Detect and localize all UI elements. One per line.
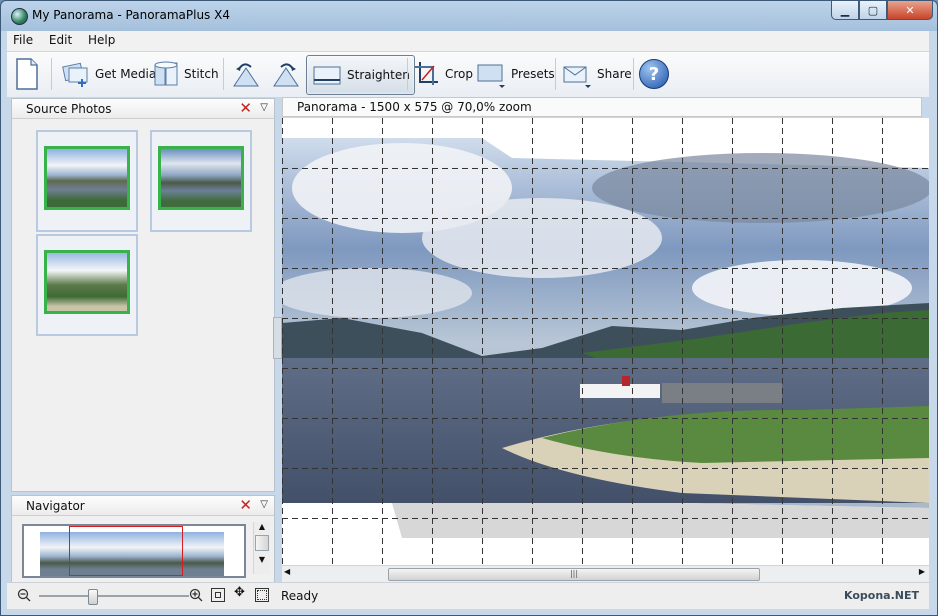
navigator-title: Navigator [26, 499, 85, 513]
navigator-menu-icon[interactable]: ▽ [260, 499, 268, 510]
toolbar-separator [555, 58, 556, 90]
navigator-viewport[interactable] [69, 526, 183, 576]
toolbar-separator [407, 58, 408, 90]
zoom-out-icon[interactable] [17, 588, 31, 605]
scroll-up-arrow[interactable]: ▲ [254, 522, 270, 531]
rotate-left-button[interactable] [231, 55, 261, 93]
title-bar[interactable]: My Panorama - PanoramaPlus X4 ▁ ▢ ✕ [1, 1, 937, 30]
zoom-slider-thumb[interactable] [88, 589, 98, 605]
watermark: Kopona.NET [844, 589, 919, 602]
source-photos-menu-icon[interactable]: ▽ [260, 102, 268, 113]
source-photo-thumb-1[interactable] [36, 130, 138, 232]
navigator-panel: Navigator ✕ ▽ ▲ ▼ [11, 495, 275, 583]
rotate-right-button[interactable] [271, 55, 301, 93]
toolbar-separator [51, 58, 52, 90]
share-icon [563, 66, 591, 88]
straighten-button[interactable]: Straighten [306, 55, 415, 95]
scroll-right-arrow[interactable]: ▶ [919, 567, 925, 576]
source-photos-close-icon[interactable]: ✕ [239, 100, 252, 116]
scroll-thumb[interactable] [255, 535, 269, 551]
document-icon [16, 58, 38, 90]
straighten-icon [313, 66, 341, 85]
photos-add-icon [62, 62, 88, 87]
stitch-icon [154, 61, 178, 86]
panel-collapse-grip[interactable] [273, 317, 282, 359]
maximize-button[interactable]: ▢ [859, 1, 887, 20]
grid-overlay [282, 118, 929, 565]
fit-window-icon[interactable] [211, 588, 225, 602]
menu-file[interactable]: File [7, 31, 39, 47]
navigator-preview[interactable] [22, 524, 246, 578]
navigator-scrollbar[interactable]: ▲ ▼ [253, 522, 270, 574]
presets-label: Presets [511, 67, 555, 81]
canvas-horizontal-scrollbar[interactable]: ◀ ||| ▶ [282, 565, 929, 582]
stitch-label: Stitch [184, 67, 219, 81]
crop-label: Crop [445, 67, 474, 81]
source-photos-panel: Source Photos ✕ ▽ [11, 98, 275, 492]
help-button[interactable]: ? [639, 55, 669, 93]
minimize-button[interactable]: ▁ [831, 1, 859, 20]
scroll-left-arrow[interactable]: ◀ [284, 567, 290, 576]
window-title: My Panorama - PanoramaPlus X4 [32, 8, 230, 22]
toolbar-separator [223, 58, 224, 90]
source-photos-header: Source Photos ✕ ▽ [12, 99, 274, 119]
straighten-label: Straighten [347, 68, 410, 82]
help-glyph: ? [648, 63, 660, 85]
get-media-label: Get Media [95, 67, 157, 81]
photo-image [44, 250, 130, 314]
rotate-left-icon [233, 63, 259, 87]
photo-image [158, 146, 244, 210]
new-project-button[interactable] [15, 55, 39, 93]
navigator-header: Navigator ✕ ▽ [12, 496, 274, 516]
status-text: Ready [281, 589, 319, 603]
pan-icon[interactable]: ✥ [234, 585, 245, 600]
source-photo-thumb-3[interactable] [36, 234, 138, 336]
zoom-slider[interactable] [39, 589, 189, 605]
app-icon [11, 8, 28, 25]
menu-bar: File Edit Help [7, 31, 929, 52]
crop-icon [415, 62, 438, 85]
scroll-down-arrow[interactable]: ▼ [254, 555, 270, 564]
status-bar: ✥ Ready Kopona.NET [7, 582, 929, 609]
help-icon: ? [639, 59, 669, 89]
menu-edit[interactable]: Edit [43, 31, 78, 47]
share-label: Share [597, 67, 632, 81]
crop-button[interactable]: Crop [413, 55, 473, 93]
presets-icon [477, 64, 505, 88]
app-window: My Panorama - PanoramaPlus X4 ▁ ▢ ✕ File… [0, 0, 938, 616]
toolbar-separator [633, 58, 634, 90]
photo-image [44, 146, 130, 210]
stitch-button[interactable]: Stitch [152, 55, 219, 93]
window-controls: ▁ ▢ ✕ [831, 1, 933, 21]
menu-help[interactable]: Help [82, 31, 121, 47]
scroll-grip: ||| [569, 569, 579, 578]
get-media-button[interactable]: Get Media [61, 55, 156, 93]
actual-size-icon[interactable] [255, 588, 269, 602]
horizontal-scroll-thumb[interactable]: ||| [388, 568, 760, 581]
zoom-in-icon[interactable] [189, 588, 203, 605]
navigator-close-icon[interactable]: ✕ [239, 497, 252, 513]
panorama-canvas[interactable] [282, 118, 929, 565]
toolbar: Get Media Stitch Straighten Crop Presets [7, 52, 929, 98]
canvas-info-bar: Panorama - 1500 x 575 @ 70,0% zoom [282, 97, 922, 117]
source-photos-title: Source Photos [26, 102, 112, 116]
canvas-info-text: Panorama - 1500 x 575 @ 70,0% zoom [297, 100, 532, 114]
rotate-right-icon [273, 63, 299, 87]
source-photo-thumb-2[interactable] [150, 130, 252, 232]
share-button[interactable]: Share [561, 55, 632, 93]
presets-button[interactable]: Presets [475, 55, 555, 93]
close-button[interactable]: ✕ [887, 1, 933, 20]
